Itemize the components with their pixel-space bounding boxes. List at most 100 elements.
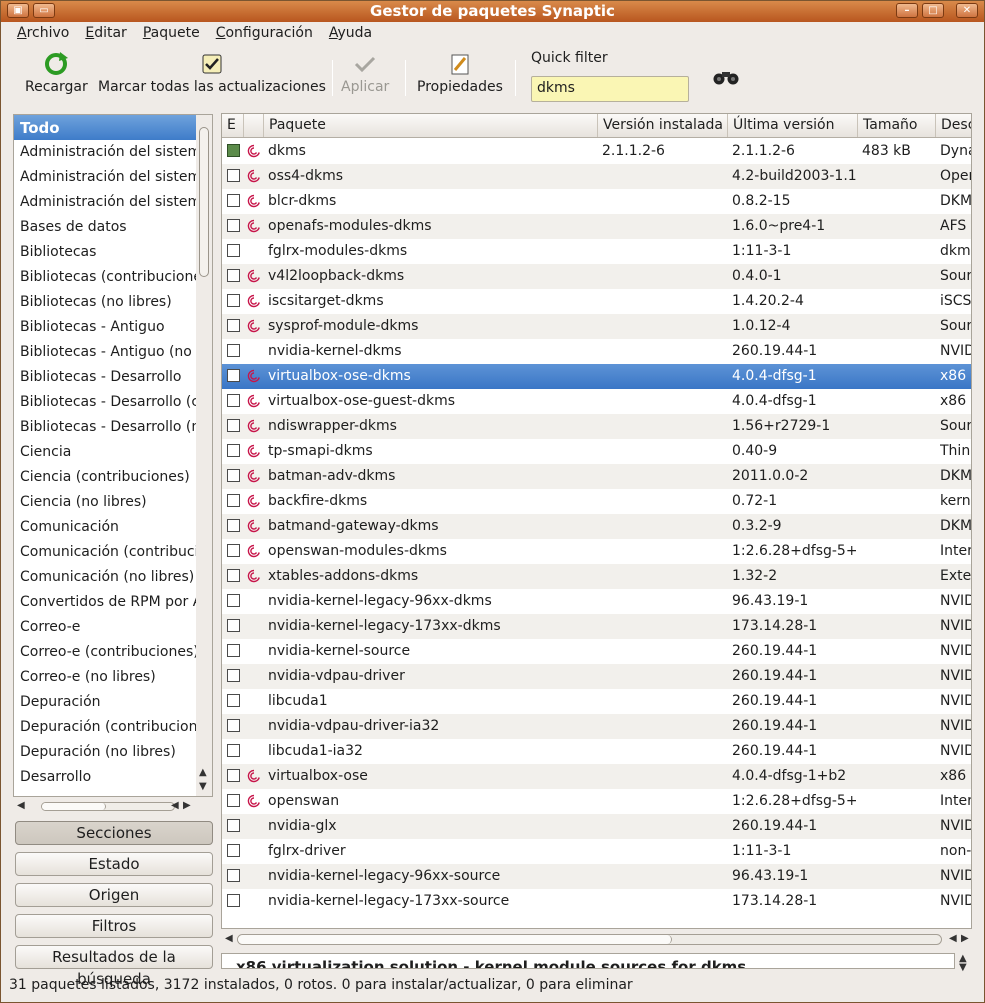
section-item[interactable]: Ciencia (no libres)	[14, 490, 196, 515]
properties-button[interactable]: Propiedades	[417, 52, 503, 95]
section-item[interactable]: Bibliotecas - Desarrollo	[14, 365, 196, 390]
menu-configuracin[interactable]: Configuración	[208, 22, 321, 46]
table-row[interactable]: fglrx-modules-dkms 1:11-3-1 dkms module so…	[222, 239, 971, 264]
table-row[interactable]: v4l2loopback-dkms 0.4.0-1 Source for the v…	[222, 264, 971, 289]
package-status-checkbox[interactable]	[227, 419, 240, 432]
table-row[interactable]: openswan-modules-dkms 1:2.6.28+dfsg-5+ Int…	[222, 539, 971, 564]
column-header-installed-version[interactable]: Versión instalada	[598, 114, 728, 137]
table-horizontal-scrollbar[interactable]: ◀ ◀ ▶	[221, 930, 972, 948]
table-row[interactable]: libcuda1-ia32 260.19.44-1 NVIDIA CUDA runt…	[222, 739, 971, 764]
package-status-checkbox[interactable]	[227, 769, 240, 782]
table-row[interactable]: dkms 2.1.1.2-6 2.1.1.2-6 483 kB Dynamic Kern…	[222, 139, 971, 164]
package-status-checkbox[interactable]	[227, 344, 240, 357]
shade-icon[interactable]: ▭	[33, 3, 55, 18]
column-header-size[interactable]: Tamaño	[858, 114, 936, 137]
scroll-left-icon[interactable]: ◀	[171, 800, 179, 811]
table-row[interactable]: nvidia-kernel-dkms 260.19.44-1 NVIDIA bina…	[222, 339, 971, 364]
title-bar[interactable]: ▣ ▭ Gestor de paquetes Synaptic – □ ✕	[1, 1, 984, 22]
table-row[interactable]: openswan 1:2.6.28+dfsg-5+ Internet Key Exc…	[222, 789, 971, 814]
sections-vertical-scrollbar[interactable]: ▲ ▼	[196, 115, 212, 796]
column-header-package[interactable]: Paquete	[264, 114, 598, 137]
section-item[interactable]: Bibliotecas - Desarrollo (no libres)	[14, 415, 196, 440]
package-status-checkbox[interactable]	[227, 369, 240, 382]
scroll-up-icon[interactable]: ▲	[199, 767, 207, 778]
maximize-icon[interactable]: □	[922, 3, 944, 18]
package-status-checkbox[interactable]	[227, 619, 240, 632]
menu-ayuda[interactable]: Ayuda	[321, 22, 380, 46]
package-status-checkbox[interactable]	[227, 194, 240, 207]
package-status-checkbox[interactable]	[227, 519, 240, 532]
table-row[interactable]: nvidia-kernel-legacy-173xx-dkms 173.14.28…	[222, 614, 971, 639]
section-item[interactable]: Bibliotecas (contribuciones)	[14, 265, 196, 290]
package-status-checkbox[interactable]	[227, 894, 240, 907]
section-item[interactable]: Comunicación (no libres)	[14, 565, 196, 590]
table-row[interactable]: oss4-dkms 4.2-build2003-1.1 Open Sound Sys…	[222, 164, 971, 189]
scroll-right-icon[interactable]: ▶	[961, 933, 969, 944]
package-status-checkbox[interactable]	[227, 569, 240, 582]
scrollbar-thumb[interactable]	[199, 127, 209, 277]
package-status-checkbox[interactable]	[227, 869, 240, 882]
section-item[interactable]: Bibliotecas	[14, 240, 196, 265]
table-row[interactable]: tp-smapi-dkms 0.40-9 ThinkPad hardware/fir…	[222, 439, 971, 464]
scroll-left-icon[interactable]: ◀	[949, 933, 957, 944]
section-item[interactable]: Bibliotecas - Antiguo	[14, 315, 196, 340]
package-status-checkbox[interactable]	[227, 744, 240, 757]
package-status-checkbox[interactable]	[227, 169, 240, 182]
table-row[interactable]: sysprof-module-dkms 1.0.12-4 Source for th…	[222, 314, 971, 339]
column-header-description[interactable]: Descripción	[936, 114, 971, 137]
scrollbar-track[interactable]	[237, 934, 942, 945]
section-item[interactable]: Bibliotecas (no libres)	[14, 290, 196, 315]
section-item[interactable]: Ciencia	[14, 440, 196, 465]
package-status-checkbox[interactable]	[227, 694, 240, 707]
column-header-latest-version[interactable]: Última versión	[728, 114, 858, 137]
status-button[interactable]: Estado	[15, 852, 213, 876]
section-item-todo[interactable]: Todo	[14, 115, 196, 140]
close-icon[interactable]: ✕	[956, 3, 978, 18]
section-item[interactable]: Desarrollo	[14, 765, 196, 790]
package-status-checkbox[interactable]	[227, 444, 240, 457]
section-item[interactable]: Depuración	[14, 690, 196, 715]
section-item[interactable]: Bibliotecas - Desarrollo (contribuciones…	[14, 390, 196, 415]
scroll-right-icon[interactable]: ▶	[183, 800, 191, 811]
spin-down-icon[interactable]: ▼	[959, 962, 967, 973]
quick-filter-input[interactable]: dkms	[531, 76, 689, 102]
origin-button[interactable]: Origen	[15, 883, 213, 907]
table-row[interactable]: iscsitarget-dkms 1.4.20.2-4 iSCSI Enterpri…	[222, 289, 971, 314]
section-item[interactable]: Correo-e (contribuciones)	[14, 640, 196, 665]
sections-button[interactable]: Secciones	[15, 821, 213, 845]
table-row[interactable]: nvidia-vdpau-driver 260.19.44-1 NVIDIA vdp…	[222, 664, 971, 689]
filters-button[interactable]: Filtros	[15, 914, 213, 938]
menu-paquete[interactable]: Paquete	[135, 22, 208, 46]
column-header-e[interactable]: E	[222, 114, 244, 137]
package-status-checkbox[interactable]	[227, 494, 240, 507]
table-row[interactable]: nvidia-kernel-source 260.19.44-1 NVIDIA bi…	[222, 639, 971, 664]
package-status-checkbox[interactable]	[227, 844, 240, 857]
section-item[interactable]: Depuración (no libres)	[14, 740, 196, 765]
search-results-button[interactable]: Resultados de la búsqueda	[15, 945, 213, 988]
section-item[interactable]: Comunicación (contribuciones)	[14, 540, 196, 565]
package-status-checkbox[interactable]	[227, 294, 240, 307]
table-row[interactable]: nvidia-kernel-legacy-96xx-source 96.43.19…	[222, 864, 971, 889]
section-item[interactable]: Administración del sistema (no libres)	[14, 190, 196, 215]
menu-archivo[interactable]: Archivo	[9, 22, 77, 46]
section-item[interactable]: Correo-e	[14, 615, 196, 640]
package-status-checkbox[interactable]	[227, 269, 240, 282]
minimize-icon[interactable]: –	[896, 3, 918, 18]
package-status-checkbox[interactable]	[227, 219, 240, 232]
section-item[interactable]: Administración del sistema (contribucion…	[14, 165, 196, 190]
table-row[interactable]: blcr-dkms 0.8.2-15 DKMS sources for BLCR	[222, 189, 971, 214]
table-row[interactable]: nvidia-kernel-legacy-173xx-source 173.14.…	[222, 889, 971, 914]
column-header-origin[interactable]	[244, 114, 264, 137]
window-menu-icon[interactable]: ▣	[7, 3, 29, 18]
table-row[interactable]: virtualbox-ose-guest-dkms 4.0.4-dfsg-1 x86…	[222, 389, 971, 414]
scroll-down-icon[interactable]: ▼	[199, 781, 207, 792]
table-row[interactable]: virtualbox-ose-dkms 4.0.4-dfsg-1 x86 virtu…	[222, 364, 971, 389]
package-status-checkbox[interactable]	[227, 244, 240, 257]
section-item[interactable]: Bibliotecas - Antiguo (no libres)	[14, 340, 196, 365]
menu-editar[interactable]: Editar	[77, 22, 134, 46]
section-item[interactable]: Administración del sistema	[14, 140, 196, 165]
table-row[interactable]: nvidia-kernel-legacy-96xx-dkms 96.43.19-1…	[222, 589, 971, 614]
package-status-checkbox[interactable]	[227, 144, 240, 157]
section-item[interactable]: Correo-e (no libres)	[14, 665, 196, 690]
scroll-left-icon[interactable]: ◀	[225, 933, 233, 944]
